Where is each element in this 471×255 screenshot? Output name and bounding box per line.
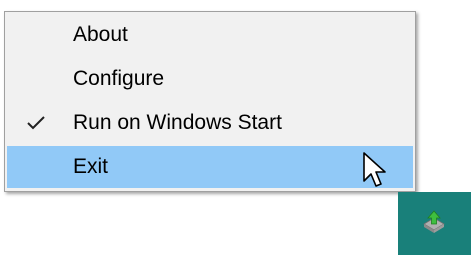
menu-item-label: Exit (73, 155, 109, 178)
menu-item-run-on-windows-start[interactable]: Run on Windows Start (7, 102, 413, 144)
menu-item-label: Run on Windows Start (73, 111, 282, 134)
menu-item-label: About (73, 23, 128, 46)
context-menu: About Configure Run on Windows Start Exi… (4, 11, 416, 192)
mouse-cursor-icon (363, 152, 386, 187)
upload-arrow-icon[interactable] (422, 210, 446, 234)
menu-item-configure[interactable]: Configure (7, 58, 413, 100)
checkmark-icon (7, 102, 65, 144)
menu-item-about[interactable]: About (7, 14, 413, 56)
system-tray (398, 192, 471, 255)
menu-item-exit[interactable]: Exit (7, 146, 413, 188)
menu-item-label: Configure (73, 67, 165, 90)
